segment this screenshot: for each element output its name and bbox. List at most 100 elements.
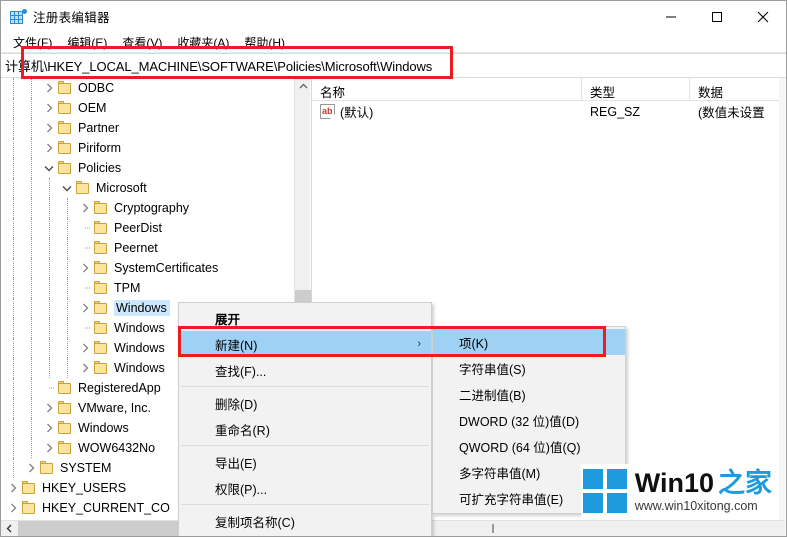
maximize-button[interactable] <box>694 1 740 32</box>
tree-item-label: SYSTEM <box>60 461 112 475</box>
address-bar[interactable]: 计算机\HKEY_LOCAL_MACHINE\SOFTWARE\Policies… <box>1 53 786 78</box>
tree-item-label: Windows <box>114 321 165 335</box>
watermark-url: www.win10xitong.com <box>634 499 758 513</box>
tree-item-systemcertificates[interactable]: SystemCertificates <box>1 258 295 278</box>
tree-item-label: HKEY_CURRENT_CO <box>42 501 170 515</box>
context-menu-item-4[interactable]: 重命名(R) <box>179 416 431 442</box>
tree-item-oem[interactable]: OEM <box>1 98 295 118</box>
folder-icon <box>21 501 37 515</box>
tree-item-label: Peernet <box>114 241 158 255</box>
tree-item-partner[interactable]: Partner <box>1 118 295 138</box>
scroll-left-arrow[interactable] <box>1 521 18 536</box>
address-path-text[interactable]: 计算机\HKEY_LOCAL_MACHINE\SOFTWARE\Policies… <box>1 56 432 75</box>
close-button[interactable] <box>740 1 786 32</box>
chevron-right-icon[interactable] <box>41 398 57 418</box>
context-menu-item-5[interactable]: 导出(E) <box>179 449 431 475</box>
folder-icon <box>93 261 109 275</box>
context-menu-item-0[interactable]: 展开 <box>179 305 431 331</box>
registry-icon <box>10 8 27 25</box>
title-bar: 注册表编辑器 <box>1 1 786 32</box>
tree-item-tpm[interactable]: TPM <box>1 278 295 298</box>
folder-icon <box>39 461 55 475</box>
tree-leaf-connector <box>77 238 93 258</box>
submenu-item-1[interactable]: 字符串值(S) <box>433 355 625 381</box>
column-header-name[interactable]: 名称 <box>312 78 582 101</box>
folder-icon <box>93 301 109 315</box>
chevron-right-icon[interactable] <box>5 478 21 498</box>
tree-item-piriform[interactable]: Piriform <box>1 138 295 158</box>
folder-icon <box>57 81 73 95</box>
menu-view[interactable]: 查看(V) <box>115 32 170 53</box>
chevron-right-icon[interactable] <box>41 98 57 118</box>
scroll-up-arrow[interactable] <box>295 78 311 95</box>
tree-item-label: HKEY_USERS <box>42 481 127 495</box>
chevron-right-icon[interactable] <box>77 358 93 378</box>
string-value-icon: ab <box>320 104 335 119</box>
values-list-body: ab (默认) REG_SZ (数值未设置 <box>312 101 785 122</box>
chevron-right-icon[interactable] <box>41 78 57 98</box>
watermark: Win10 之家 www.win10xitong.com <box>580 464 778 518</box>
folder-icon <box>93 341 109 355</box>
submenu-item-4[interactable]: QWORD (64 位)值(Q) <box>433 433 625 459</box>
context-menu-item-label: 权限(P)... <box>215 482 268 497</box>
folder-icon <box>57 401 73 415</box>
context-menu-item-label: 导出(E) <box>215 456 257 471</box>
folder-icon <box>93 321 109 335</box>
context-menu-item-3[interactable]: 删除(D) <box>179 390 431 416</box>
chevron-down-icon[interactable] <box>59 178 75 198</box>
tree-item-odbc[interactable]: ODBC <box>1 78 295 98</box>
chevron-right-icon[interactable] <box>41 138 57 158</box>
chevron-right-icon[interactable] <box>77 258 93 278</box>
watermark-brand-blue: 之家 <box>718 468 772 498</box>
chevron-right-icon[interactable] <box>41 418 57 438</box>
menu-favorites[interactable]: 收藏夹(A) <box>170 32 237 53</box>
tree-item-label: WOW6432No <box>78 441 156 455</box>
submenu-item-label: 二进制值(B) <box>459 388 526 403</box>
chevron-right-icon[interactable] <box>77 298 93 318</box>
context-menu-item-1[interactable]: 新建(N) › <box>179 331 431 357</box>
chevron-right-icon[interactable] <box>77 338 93 358</box>
menu-bar: 文件(F) 编辑(E) 查看(V) 收藏夹(A) 帮助(H) <box>1 32 786 53</box>
context-menu-item-7[interactable]: 复制项名称(C) <box>179 508 431 534</box>
minimize-button[interactable] <box>648 1 694 32</box>
chevron-right-icon[interactable] <box>41 438 57 458</box>
tree-item-peerdist[interactable]: PeerDist <box>1 218 295 238</box>
tree-item-label: TPM <box>114 281 141 295</box>
submenu-item-2[interactable]: 二进制值(B) <box>433 381 625 407</box>
chevron-right-icon[interactable] <box>23 458 39 478</box>
tree-item-label: Partner <box>78 121 119 135</box>
watermark-brand-dark: Win10 <box>634 468 714 498</box>
menu-help[interactable]: 帮助(H) <box>237 32 293 53</box>
windows-logo-icon <box>582 469 627 513</box>
column-header-type[interactable]: 类型 <box>582 78 690 101</box>
tree-item-peernet[interactable]: Peernet <box>1 238 295 258</box>
scrollbar-grip[interactable] <box>492 524 494 533</box>
chevron-right-icon[interactable] <box>41 118 57 138</box>
chevron-right-icon: › <box>417 338 421 350</box>
watermark-text: Win10 之家 www.win10xitong.com <box>635 468 772 514</box>
chevron-right-icon[interactable] <box>77 198 93 218</box>
chevron-right-icon[interactable] <box>5 498 21 518</box>
folder-icon <box>93 281 109 295</box>
context-menu[interactable]: 展开 新建(N) › 查找(F)... 删除(D) 重命名(R) 导出(E) 权限(P)...… <box>178 302 432 536</box>
window-controls <box>648 1 786 32</box>
folder-icon <box>57 121 73 135</box>
tree-item-label: PeerDist <box>114 221 162 235</box>
column-header-data[interactable]: 数据 <box>690 78 785 101</box>
menu-edit[interactable]: 编辑(E) <box>60 32 115 53</box>
tree-item-policies[interactable]: Policies <box>1 158 295 178</box>
tree-item-cryptography[interactable]: Cryptography <box>1 198 295 218</box>
submenu-item-3[interactable]: DWORD (32 位)值(D) <box>433 407 625 433</box>
context-menu-item-6[interactable]: 权限(P)... <box>179 475 431 501</box>
tree-item-microsoft[interactable]: Microsoft <box>1 178 295 198</box>
folder-icon <box>93 201 109 215</box>
list-vertical-scroll-strip[interactable] <box>779 78 785 521</box>
chevron-down-icon[interactable] <box>41 158 57 178</box>
context-menu-item-2[interactable]: 查找(F)... <box>179 357 431 383</box>
tree-item-label: VMware, Inc. <box>78 401 151 415</box>
table-row[interactable]: ab (默认) REG_SZ (数值未设置 <box>312 101 785 122</box>
submenu-item-0[interactable]: 项(K) <box>433 329 625 355</box>
tree-item-label: Piriform <box>78 141 122 155</box>
menu-file[interactable]: 文件(F) <box>6 32 60 53</box>
cell-data: (数值未设置 <box>698 106 765 120</box>
